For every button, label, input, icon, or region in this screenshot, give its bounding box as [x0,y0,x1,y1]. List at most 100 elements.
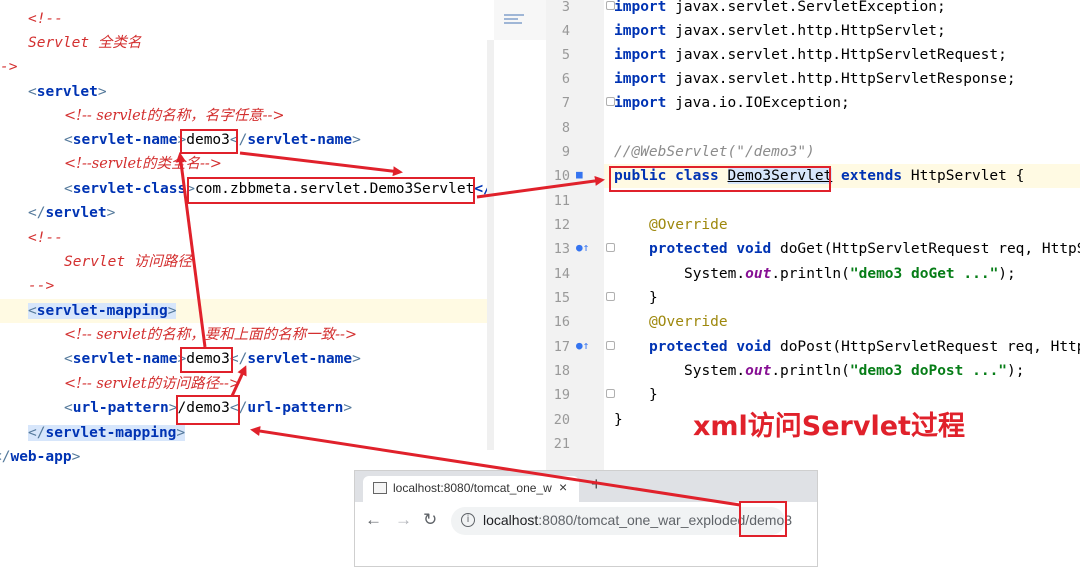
editor-scrollbar[interactable] [487,40,494,450]
println-call: .println( [771,363,850,379]
brace: } [649,387,658,403]
xml-line: <servlet> [28,84,107,100]
string-literal: "demo3 doPost ..." [849,363,1008,379]
line-number: 7 [561,95,570,111]
brace: { [1015,168,1025,184]
line-number: 4 [561,23,570,39]
xml-tag: servlet-name [247,351,353,367]
xml-comment-text: Servlet [28,35,90,51]
xml-comment: <!-- servlet的访问路径--> [64,376,242,392]
line-number: 16 [553,314,570,330]
annotation-box-mapping-name [180,347,233,373]
import-path: javax.servlet.http.HttpServletRequest; [675,47,1007,63]
system-class: System. [684,266,746,282]
run-servlet-icon[interactable]: ■ [576,168,583,181]
line-number: 18 [553,363,570,379]
xml-line-current: <servlet-mapping> [0,299,487,323]
minimap-mark [504,14,524,16]
annotation-box-url-pattern [176,395,240,425]
xml-line: <!-- [28,7,63,31]
xml-line: --> [28,274,54,298]
annotation-box-class-decl [609,166,831,192]
xml-line: </servlet-mapping> [28,425,186,441]
xml-tag: url-pattern [247,400,344,416]
java-line: } [649,286,658,310]
line-number: 20 [553,412,570,428]
back-icon[interactable]: ← [365,510,382,530]
java-line: } [614,408,623,432]
address-bar[interactable]: i localhost:8080/tomcat_one_war_exploded… [451,507,792,535]
browser-tab-bar: localhost:8080/tomcat_one_w × + [355,471,817,502]
line-number: 11 [553,193,570,209]
import-path: javax.servlet.http.HttpServletResponse; [675,71,1016,87]
fold-icon[interactable] [606,341,615,350]
line-number: 17 [553,339,570,355]
xml-tag: servlet-name [72,132,178,148]
import-keyword: import [614,23,667,39]
string-literal: "demo3 doGet ..." [849,266,999,282]
override-marker-icon[interactable]: ●↑ [576,241,589,254]
method-params: (HttpServletRequest req, HttpS [823,241,1080,257]
tab-title: localhost:8080/tomcat_one_w [393,481,552,495]
fold-icon[interactable] [606,243,615,252]
caption-title: xml访问Servlet过程 [693,411,965,442]
browser-tab[interactable]: localhost:8080/tomcat_one_w × [363,476,579,502]
line-number: 19 [553,387,570,403]
java-line: @Override [649,213,728,237]
statement-end: ); [1007,363,1025,379]
system-class: System. [684,363,746,379]
forward-icon[interactable]: → [395,510,412,530]
java-line: @Override [649,310,728,334]
parent-class: HttpServlet [910,168,1007,184]
line-number: 10 [553,168,570,184]
xml-comment: <!-- servlet的名称，名字任意--> [64,108,285,124]
import-keyword: import [614,95,667,111]
xml-line: <!-- servlet的名称，要和上面的名称一致--> [64,323,357,347]
xml-tag: servlet-class [72,181,187,197]
brace: } [614,412,623,428]
favicon-icon [373,482,387,494]
override-marker-icon[interactable]: ●↑ [576,339,589,352]
method-name: doGet [779,241,824,257]
println-call: .println( [771,266,850,282]
keyword: void [736,339,772,355]
xml-tag-servlet-mapping-open: servlet-mapping [36,303,168,319]
minimap-mark [504,22,522,24]
line-number: 3 [561,0,570,15]
fold-icon[interactable] [606,389,615,398]
keyword: extends [841,168,903,184]
xml-line: Servlet 访问路径 [64,250,192,274]
out-field: out [745,363,772,379]
line-number: 12 [553,217,570,233]
xml-tag-servlet-open: servlet [36,84,98,100]
import-keyword: import [614,0,667,15]
fold-icon[interactable] [606,292,615,301]
url-host: localhost [483,512,539,528]
annotation-box-servlet-name [180,129,238,154]
xml-line: <!--servlet的类全名--> [64,152,222,176]
xml-tag: url-pattern [72,400,169,416]
method-params: (HttpServletRequest req, Http [832,339,1080,355]
java-line: System.out.println("demo3 doPost ..."); [684,359,1025,383]
xml-comment: <!-- servlet的名称，要和上面的名称一致--> [64,327,358,343]
xml-tag: servlet-name [247,132,353,148]
keyword: protected [649,241,728,257]
line-number: 14 [553,266,570,282]
method-name: doPost [779,339,833,355]
annotation-box-url-path [739,501,787,537]
out-field: out [745,266,772,282]
xml-line: <!-- servlet的名称，名字任意--> [64,104,285,128]
new-tab-icon[interactable]: + [591,474,602,495]
java-editor-pane[interactable]: 3 4 5 6 7 8 9 10 11 12 13 14 15 16 17 18… [546,0,1080,470]
xml-comment-text: Servlet [64,254,126,270]
tab-close-icon[interactable]: × [559,479,567,495]
override-annotation: @Override [649,217,728,233]
import-path: java.io.IOException; [675,95,850,111]
java-line: import javax.servlet.ServletException; [614,0,946,19]
java-line: import javax.servlet.http.HttpServletReq… [614,43,1007,67]
info-icon[interactable]: i [461,513,475,527]
java-line: protected void doPost(HttpServletRequest… [649,335,1080,359]
xml-comment-open: <!-- [28,230,63,246]
reload-icon[interactable]: ↻ [423,510,437,530]
java-line: import javax.servlet.http.HttpServlet; [614,19,946,43]
